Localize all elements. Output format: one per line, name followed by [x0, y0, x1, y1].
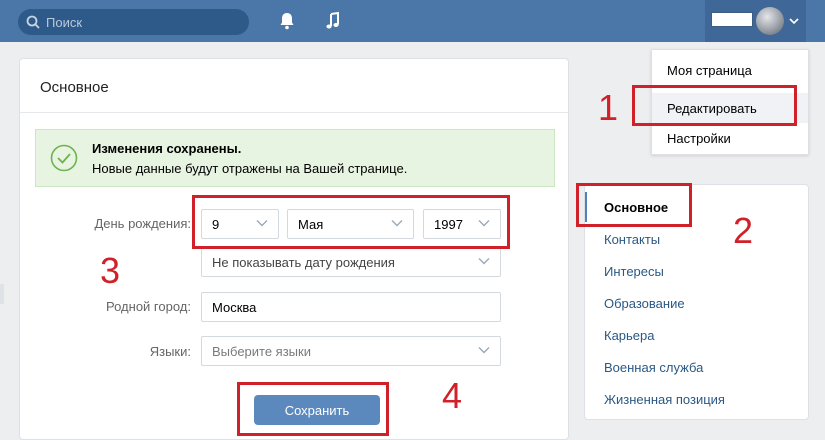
top-bar: Поиск [0, 0, 825, 42]
dropdown-item-settings[interactable]: Настройки [652, 123, 808, 153]
annotation-box-birthday [192, 195, 510, 249]
chevron-down-icon [478, 347, 490, 354]
check-circle-icon [50, 144, 78, 172]
side-menu-item-military[interactable]: Военная служба [585, 352, 808, 382]
chevron-down-icon [478, 258, 490, 265]
search-placeholder: Поиск [46, 14, 83, 30]
avatar[interactable] [756, 7, 784, 35]
side-menu-item-education[interactable]: Образование [585, 288, 808, 318]
left-edge-tab [0, 284, 4, 304]
hometown-label: Родной город: [106, 299, 191, 314]
birthday-visibility-value: Не показывать дату рождения [212, 254, 395, 270]
annotation-number-1: 1 [598, 87, 619, 128]
search-input[interactable]: Поиск [18, 9, 249, 35]
annotation-number-4: 4 [442, 375, 463, 416]
annotation-number-2: 2 [733, 210, 754, 251]
birthday-visibility-select[interactable]: Не показывать дату рождения [201, 247, 501, 277]
birthday-label: День рождения: [94, 216, 191, 231]
annotation-box-save [237, 382, 389, 436]
dropdown-item-my-page[interactable]: Моя страница [652, 55, 808, 85]
side-menu-item-life-position[interactable]: Жизненная позиция [585, 384, 808, 414]
alert-text: Новые данные будут отражены на Вашей стр… [92, 160, 408, 176]
success-alert: Изменения сохранены. Новые данные будут … [35, 129, 555, 187]
search-icon [26, 15, 40, 29]
languages-placeholder: Выберите языки [212, 343, 311, 359]
bell-icon[interactable] [277, 11, 297, 31]
music-icon[interactable] [323, 11, 343, 31]
annotation-box-basic [576, 183, 692, 227]
page-title: Основное [20, 59, 568, 113]
chevron-down-icon[interactable] [789, 17, 799, 25]
side-menu-item-contacts[interactable]: Контакты [585, 224, 808, 254]
annotation-number-3: 3 [100, 250, 121, 291]
languages-select[interactable]: Выберите языки [201, 336, 501, 366]
hometown-value: Москва [212, 299, 257, 315]
user-name-redacted [711, 12, 753, 27]
side-menu-item-career[interactable]: Карьера [585, 320, 808, 350]
languages-label: Языки: [149, 344, 191, 359]
alert-title: Изменения сохранены. [92, 140, 242, 156]
hometown-input[interactable]: Москва [201, 292, 501, 322]
side-menu-item-interests[interactable]: Интересы [585, 256, 808, 286]
annotation-box-edit [632, 85, 797, 126]
